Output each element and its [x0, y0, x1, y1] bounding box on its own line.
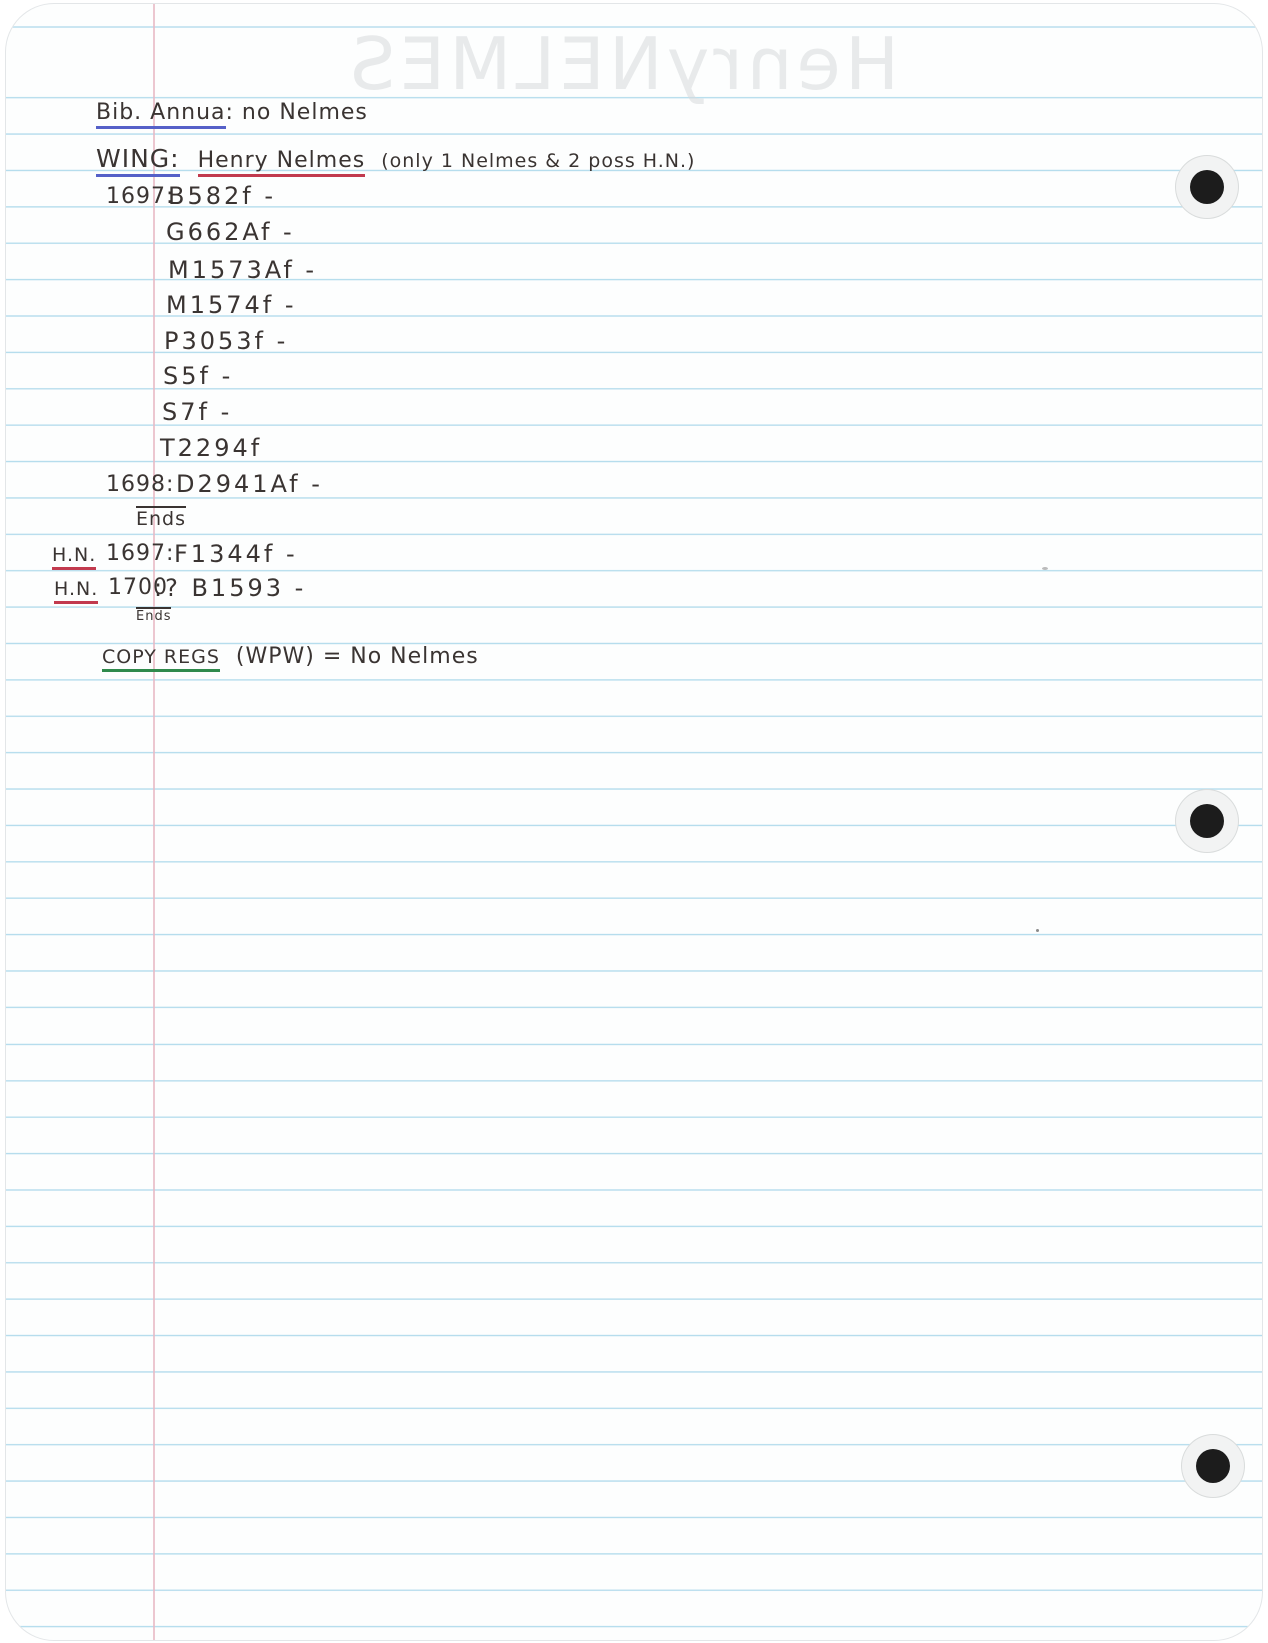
entry-1697-8: T2294f [160, 434, 263, 462]
bib-annua-label: Bib. Annua [96, 100, 226, 129]
entry-1697-1: B582f - [168, 182, 277, 210]
entry-1697-4: M1574f - [166, 291, 297, 319]
entry-1697-5: P3053f - [164, 327, 289, 355]
copy-regs-line: COPY REGS (WPW) = No Nelmes [102, 644, 479, 672]
paper-speck [1042, 567, 1048, 570]
wing-line: WING: Henry Nelmes (only 1 Nelmes & 2 po… [96, 144, 696, 177]
entry-1697-6: S5f - [163, 362, 234, 390]
hn-label-2: H.N. [54, 578, 99, 604]
paper-speck [1036, 929, 1039, 932]
wing-name: Henry Nelmes [197, 148, 366, 177]
bleed-through-text: HenryNELMES [346, 22, 900, 106]
wing-label: WING: [96, 144, 180, 177]
punch-hole-bottom [1196, 1449, 1230, 1483]
hn-entry-1700: :? B1593 - [154, 574, 307, 602]
punch-hole-top [1190, 170, 1224, 204]
hn-entry-1697: F1344f - [174, 540, 298, 568]
entry-1697-7: S7f - [162, 398, 233, 426]
entry-1698: D2941Af - [176, 470, 323, 498]
bib-annua-note: : no Nelmes [225, 100, 368, 125]
margin-line [153, 4, 155, 1640]
ruled-lines [6, 4, 1262, 1640]
wing-note: (only 1 Nelmes & 2 poss H.N.) [381, 150, 696, 172]
copy-regs-label: COPY REGS [102, 646, 220, 672]
entry-1697-3: M1573Af - [168, 256, 318, 284]
copy-regs-note: (WPW) = No Nelmes [235, 644, 479, 669]
year-1698: 1698: [106, 472, 175, 497]
entry-1697-2: G662Af - [166, 218, 295, 246]
ends-note-1: Ends [136, 506, 187, 530]
notebook-page: HenryNELMES Bib. Annua: no Nelmes WING: … [6, 4, 1262, 1640]
punch-hole-middle [1190, 804, 1224, 838]
year-1697: 1697: [106, 184, 175, 209]
ends-note-2: Ends [136, 607, 172, 624]
bib-annua-line: Bib. Annua: no Nelmes [96, 100, 368, 129]
hn-year-1697: 1697: [106, 541, 175, 566]
hn-label-1: H.N. [52, 544, 97, 570]
